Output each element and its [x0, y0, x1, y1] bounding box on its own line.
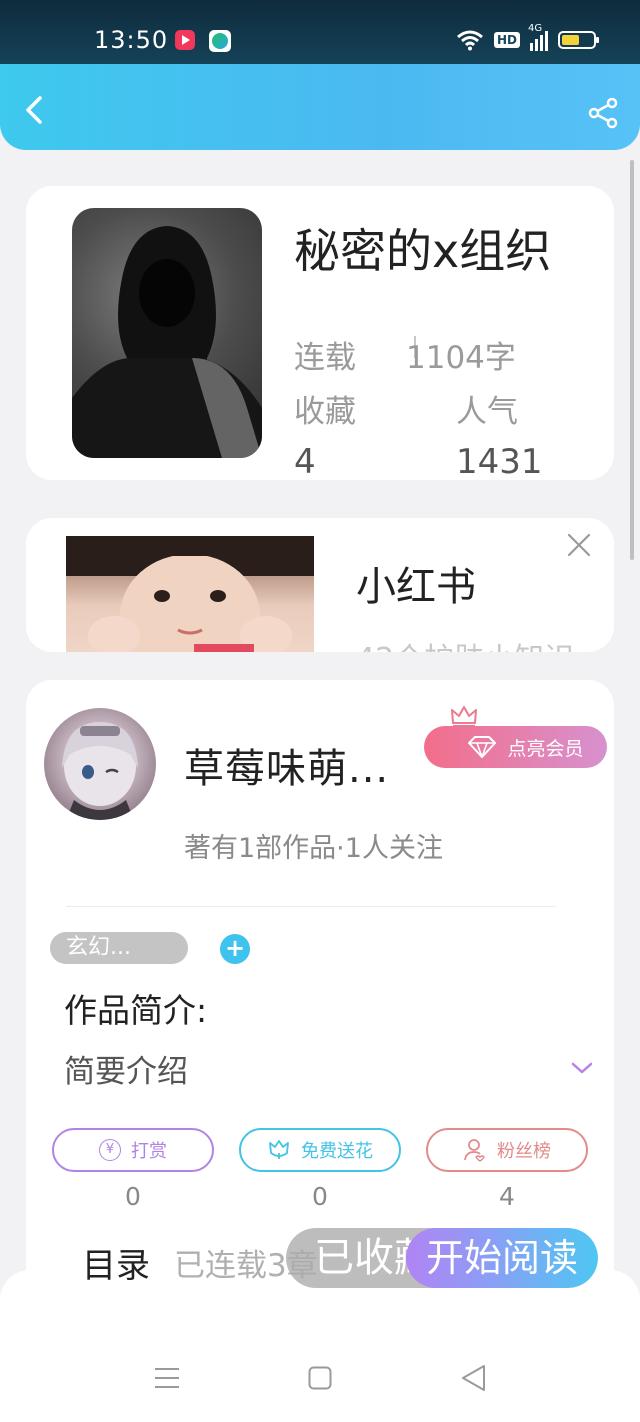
video-app-icon	[175, 30, 195, 50]
home-icon[interactable]	[308, 1366, 332, 1390]
intro-label: 作品简介:	[64, 991, 208, 1030]
back-triangle-icon[interactable]	[460, 1364, 486, 1392]
serial-status: 连载	[294, 340, 356, 376]
book-info-card: 秘密的x组织 连载 1104字 收藏 人气 4 1431	[26, 186, 614, 480]
crown-icon	[451, 706, 477, 727]
author-name[interactable]: 草莓味萌...	[184, 736, 389, 794]
vip-button[interactable]: 点亮会员	[424, 726, 607, 768]
start-reading-button[interactable]: 开始阅读	[406, 1228, 598, 1288]
user-icon	[464, 1139, 485, 1162]
favorites-value: 4	[294, 442, 316, 480]
portrait-image	[66, 536, 314, 652]
send-flower-label: 免费送花	[301, 1141, 373, 1162]
chevron-left-icon[interactable]	[18, 92, 54, 128]
signal-icon: 4G	[528, 23, 548, 51]
network-label: 4G	[528, 23, 543, 34]
diamond-icon	[468, 736, 497, 758]
status-time: 13:50	[94, 26, 169, 54]
wifi-icon	[457, 30, 483, 51]
chevron-down-icon[interactable]	[570, 1060, 594, 1076]
ad-subtitle: 42个护肤小知识	[356, 634, 574, 652]
genre-tag[interactable]: 玄幻...	[50, 932, 188, 964]
flower-count: 0	[312, 1182, 328, 1211]
ad-title: 小红书	[356, 564, 476, 610]
reading-action-bar: 目录 已连载3章 已收藏 开始阅读	[46, 1228, 598, 1288]
yen-icon: ¥	[99, 1139, 121, 1161]
flower-icon	[269, 1140, 289, 1159]
fan-ranking-label: 粉丝榜	[497, 1141, 551, 1162]
ad-image[interactable]	[66, 536, 314, 652]
book-cover[interactable]	[72, 208, 262, 458]
ad-card[interactable]: 小红书 42个护肤小知识	[26, 518, 614, 652]
hooded-figure-icon	[72, 226, 262, 458]
toc-button[interactable]: 目录	[82, 1238, 150, 1287]
reward-count: 0	[125, 1182, 141, 1211]
favorites-label: 收藏	[294, 394, 356, 430]
fan-ranking-button[interactable]: 粉丝榜	[426, 1128, 588, 1172]
avatar[interactable]	[44, 708, 156, 820]
divider	[66, 906, 556, 907]
top-header	[0, 64, 640, 150]
popularity-label: 人气	[456, 394, 518, 430]
status-icons: HD 4G	[456, 23, 599, 54]
menu-icon[interactable]	[154, 1366, 180, 1390]
hd-badge: HD	[493, 32, 520, 48]
author-stats: 著有1部作品·1人关注	[184, 833, 443, 864]
close-icon[interactable]	[566, 532, 592, 558]
add-tag-button[interactable]: +	[220, 934, 250, 964]
scrollbar[interactable]	[630, 160, 634, 560]
word-count: 1104字	[406, 340, 516, 376]
reward-button[interactable]: ¥ 打赏	[52, 1128, 214, 1172]
share-icon[interactable]	[586, 96, 620, 130]
reward-label: 打赏	[131, 1141, 167, 1162]
popularity-value: 1431	[456, 442, 543, 480]
bottom-sheet	[0, 1270, 640, 1422]
anime-avatar-image	[62, 722, 138, 820]
send-flower-button[interactable]: 免费送花	[239, 1128, 401, 1172]
battery-icon	[558, 31, 599, 49]
fan-count: 4	[499, 1182, 515, 1211]
intro-text: 简要介绍	[64, 1054, 188, 1090]
book-title: 秘密的x组织	[294, 224, 552, 278]
browser-app-icon	[209, 30, 231, 52]
vip-label: 点亮会员	[507, 737, 584, 760]
